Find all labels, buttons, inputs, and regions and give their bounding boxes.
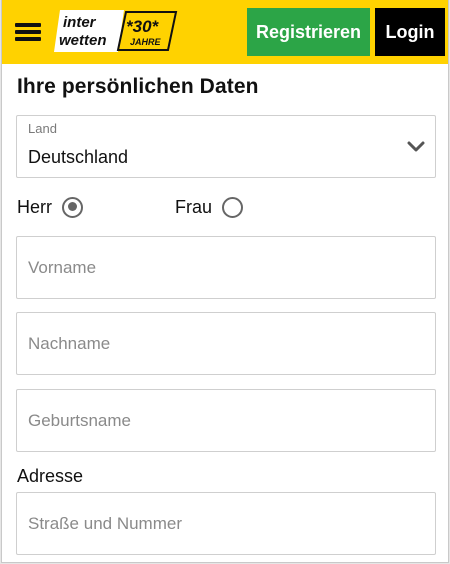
logo-line-1: inter xyxy=(63,14,97,31)
salutation-herr-label: Herr xyxy=(17,196,52,217)
hamburger-menu-icon[interactable] xyxy=(15,21,43,43)
country-select[interactable]: Land Deutschland xyxy=(16,115,436,178)
registration-page: inter wetten *30* JAHRE Registrieren Log… xyxy=(1,0,449,563)
address-section-label: Adresse xyxy=(17,466,84,486)
birth-name-input[interactable] xyxy=(16,389,436,452)
page-title: Ihre persönlichen Daten xyxy=(17,75,259,98)
interwetten-logo[interactable]: inter wetten *30* JAHRE xyxy=(54,8,180,54)
logo-badge-sub: JAHRE xyxy=(130,37,162,47)
logo-badge: *30* xyxy=(126,17,160,36)
radio-selected-icon[interactable] xyxy=(62,196,83,218)
salutation-frau-radio[interactable]: Frau xyxy=(175,195,244,219)
salutation-herr-radio[interactable]: Herr xyxy=(17,195,83,219)
login-button[interactable]: Login xyxy=(375,8,445,56)
logo-line-2: wetten xyxy=(59,32,107,49)
radio-unselected-icon[interactable] xyxy=(222,196,244,218)
register-button[interactable]: Registrieren xyxy=(247,8,370,56)
street-input[interactable] xyxy=(16,492,436,555)
first-name-input[interactable] xyxy=(16,236,436,299)
country-select-label: Land xyxy=(28,121,57,136)
chevron-down-icon xyxy=(407,141,425,152)
last-name-input[interactable] xyxy=(16,312,436,375)
top-bar: inter wetten *30* JAHRE Registrieren Log… xyxy=(2,0,448,64)
country-select-value: Deutschland xyxy=(28,147,129,167)
salutation-frau-label: Frau xyxy=(175,196,213,217)
